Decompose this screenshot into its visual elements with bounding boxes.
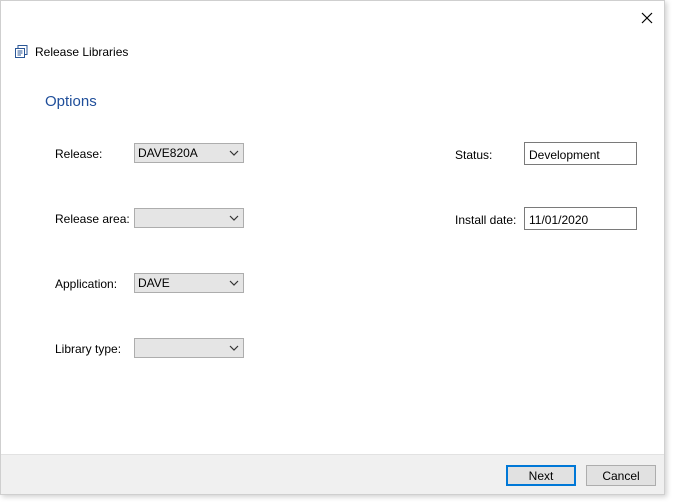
options-heading: Options — [45, 93, 97, 110]
dialog-title-bar: Release Libraries — [13, 44, 128, 60]
application-value: DAVE — [138, 276, 170, 290]
application-label: Application: — [55, 277, 118, 291]
status-label: Status: — [455, 148, 493, 162]
close-button[interactable] — [636, 7, 658, 29]
dialog-title: Release Libraries — [35, 45, 129, 59]
chevron-down-icon — [225, 274, 243, 292]
chevron-down-icon — [225, 209, 243, 227]
status-field[interactable] — [524, 142, 637, 165]
release-area-dropdown[interactable] — [134, 208, 244, 228]
dialog-footer: Next Cancel — [1, 454, 664, 494]
release-value: DAVE820A — [138, 146, 198, 160]
library-type-dropdown[interactable] — [134, 338, 244, 358]
install-date-field[interactable] — [524, 207, 637, 230]
release-dropdown[interactable]: DAVE820A — [134, 143, 244, 163]
cancel-button[interactable]: Cancel — [586, 465, 656, 486]
chevron-down-icon — [225, 144, 243, 162]
release-label: Release: — [55, 147, 103, 161]
next-button[interactable]: Next — [506, 465, 576, 486]
chevron-down-icon — [225, 339, 243, 357]
library-type-label: Library type: — [55, 342, 122, 356]
release-area-label: Release area: — [55, 212, 130, 226]
install-date-label: Install date: — [455, 213, 517, 227]
release-libraries-icon — [13, 44, 29, 60]
close-icon — [641, 12, 653, 24]
application-dropdown[interactable]: DAVE — [134, 273, 244, 293]
release-libraries-dialog: Release Libraries Options Release: DAVE8… — [0, 0, 665, 495]
